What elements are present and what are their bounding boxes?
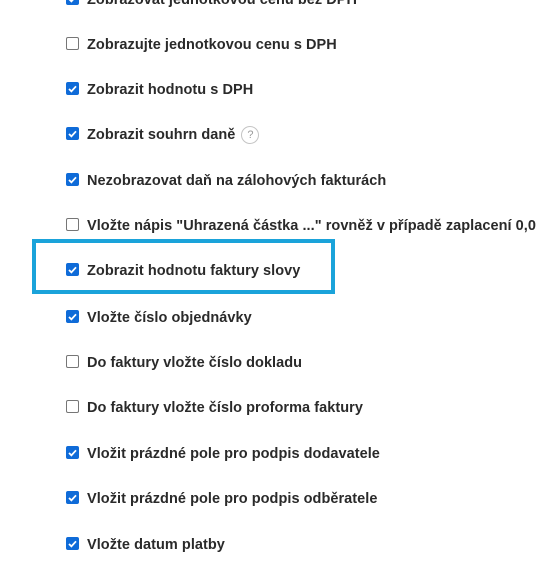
option-label: Do faktury vložte číslo dokladu [87,355,303,371]
checkbox-checked[interactable] [66,310,79,323]
option-document-number[interactable]: Do faktury vložte číslo dokladu [66,353,302,373]
option-label: Vložte nápis "Uhrazená částka ..." rovně… [87,218,536,234]
option-label: Vložte číslo objednávky [87,310,252,326]
option-proforma-number[interactable]: Do faktury vložte číslo proforma faktury [66,398,363,418]
checkbox-unchecked[interactable] [66,355,79,368]
checkbox-checked[interactable] [66,446,79,459]
checkbox-unchecked[interactable] [66,37,79,50]
checkbox-checked[interactable] [66,0,79,5]
help-icon[interactable]: ? [241,126,260,144]
option-value-with-vat[interactable]: Zobrazit hodnotu s DPH [66,80,253,100]
option-label: Vložit prázdné pole pro podpis dodavatel… [87,446,380,462]
checkbox-unchecked[interactable] [66,218,79,231]
option-invoice-value-in-words[interactable]: Zobrazit hodnotu faktury slovy [66,261,300,281]
option-customer-signature-field[interactable]: Vložit prázdné pole pro podpis odběratel… [66,489,377,509]
option-label: Do faktury vložte číslo proforma faktury [87,400,363,416]
checkbox-checked[interactable] [66,491,79,504]
option-supplier-signature-field[interactable]: Vložit prázdné pole pro podpis dodavatel… [66,444,380,464]
option-label: Zobrazit hodnotu faktury slovy [87,263,301,279]
option-order-number[interactable]: Vložte číslo objednávky [66,308,252,328]
option-unit-price-without-vat[interactable]: Zobrazovat jednotkovou cenu bez DPH [66,0,357,10]
option-label: Zobrazovat jednotkovou cenu bez DPH [87,0,358,8]
option-label: Nezobrazovat daň na zálohových fakturách [87,173,387,189]
option-label: Zobrazit souhrn daně [87,127,236,143]
option-label: Vložte datum platby [87,537,225,553]
option-label: Vložit prázdné pole pro podpis odběratel… [87,491,378,507]
option-tax-summary[interactable]: Zobrazit souhrn daně ? [66,125,260,145]
option-label: Zobrazit hodnotu s DPH [87,82,254,98]
checkbox-checked[interactable] [66,82,79,95]
option-label: Zobrazujte jednotkovou cenu s DPH [87,37,337,53]
checkbox-checked[interactable] [66,127,79,140]
option-no-tax-on-advance-invoices[interactable]: Nezobrazovat daň na zálohových fakturách [66,171,386,191]
option-paid-amount-note[interactable]: Vložte nápis "Uhrazená částka ..." rovně… [66,216,536,236]
checkbox-unchecked[interactable] [66,400,79,413]
option-payment-date[interactable]: Vložte datum platby [66,535,225,555]
checkbox-checked[interactable] [66,173,79,186]
invoice-display-options: Zobrazovat jednotkovou cenu bez DPH Zobr… [0,0,543,562]
checkbox-checked[interactable] [66,263,79,276]
checkbox-checked[interactable] [66,537,79,550]
option-unit-price-with-vat[interactable]: Zobrazujte jednotkovou cenu s DPH [66,35,337,55]
